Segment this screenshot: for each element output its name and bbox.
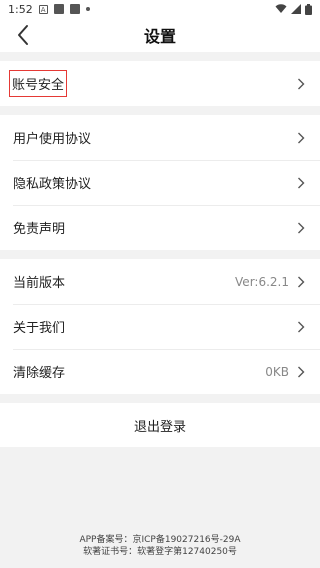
app-record-value: 京ICP备19027216号-29A — [132, 535, 241, 545]
status-bar: 1:52 A — [0, 0, 320, 18]
status-left: 1:52 A — [8, 3, 90, 16]
section-gap — [0, 394, 320, 403]
settings-group-account: 账号安全 — [0, 61, 320, 106]
status-time: 1:52 — [8, 2, 33, 16]
user-agreement-label: 用户使用协议 — [13, 132, 92, 147]
nav-bar: 设置 — [0, 18, 320, 52]
footer-records: APP备案号：京ICP备19027216号-29A 软著证书号：软著登字第127… — [0, 534, 320, 558]
chevron-right-icon — [297, 222, 305, 234]
software-copyright-line: 软著证书号：软著登字第12740250号 — [0, 546, 320, 558]
status-right — [275, 3, 312, 15]
notification-square-icon-2 — [69, 4, 80, 14]
privacy-policy-row[interactable]: 隐私政策协议 — [0, 160, 320, 205]
account-security-label: 账号安全 — [9, 70, 68, 97]
clear-cache-label: 清除缓存 — [13, 366, 66, 381]
settings-group-legal: 用户使用协议 隐私政策协议 免责声明 — [0, 115, 320, 250]
section-gap — [0, 106, 320, 115]
app-record-label: APP备案号： — [79, 535, 133, 545]
battery-icon — [305, 3, 312, 15]
signal-icon — [291, 4, 301, 14]
disclaimer-label: 免责声明 — [13, 222, 66, 237]
current-version-label: 当前版本 — [13, 276, 66, 291]
about-us-label: 关于我们 — [13, 321, 66, 336]
current-version-row[interactable]: 当前版本 Ver:6.2.1 — [0, 259, 320, 304]
software-copyright-label: 软著证书号： — [83, 547, 138, 557]
section-gap — [0, 52, 320, 61]
software-copyright-value: 软著登字第12740250号 — [137, 547, 237, 557]
page-title: 设置 — [143, 27, 176, 46]
about-us-row[interactable]: 关于我们 — [0, 304, 320, 349]
section-gap — [0, 250, 320, 259]
privacy-policy-label: 隐私政策协议 — [13, 177, 92, 192]
chevron-right-icon — [297, 321, 305, 333]
current-version-value: Ver:6.2.1 — [235, 274, 289, 289]
notification-a-icon: A — [38, 4, 48, 14]
app-record-line: APP备案号：京ICP备19027216号-29A — [0, 534, 320, 546]
notification-square-icon — [53, 4, 64, 14]
chevron-right-icon — [297, 276, 305, 288]
user-agreement-row[interactable]: 用户使用协议 — [0, 115, 320, 160]
chevron-left-icon — [18, 25, 28, 45]
settings-group-app: 当前版本 Ver:6.2.1 关于我们 清除缓存 0KB — [0, 259, 320, 394]
chevron-right-icon — [297, 177, 305, 189]
back-button[interactable] — [10, 22, 36, 48]
chevron-right-icon — [297, 78, 305, 90]
notification-dot-icon — [85, 7, 90, 11]
cache-size-value: 0KB — [265, 364, 289, 379]
wifi-icon — [275, 4, 287, 13]
chevron-right-icon — [297, 132, 305, 144]
account-security-row[interactable]: 账号安全 — [0, 61, 320, 106]
logout-button[interactable]: 退出登录 — [0, 403, 320, 447]
clear-cache-row[interactable]: 清除缓存 0KB — [0, 349, 320, 394]
disclaimer-row[interactable]: 免责声明 — [0, 205, 320, 250]
chevron-right-icon — [297, 366, 305, 378]
